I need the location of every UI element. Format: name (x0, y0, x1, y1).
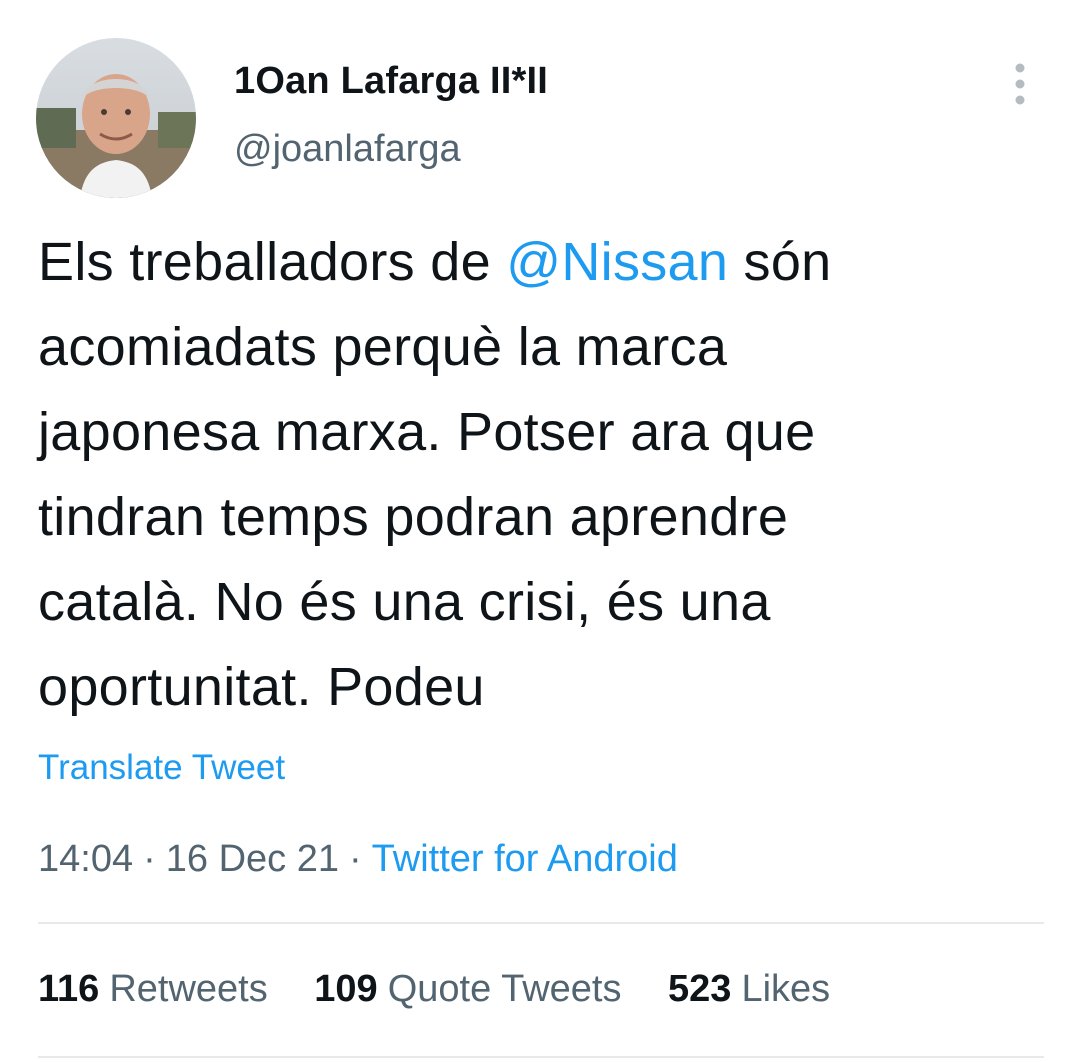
quote-tweets-label: Quote Tweets (387, 968, 622, 1010)
tweet-text: Els treballadors de @Nissan són acomiada… (38, 220, 1048, 730)
tweet-time[interactable]: 14:04 (38, 838, 133, 880)
mention-link[interactable]: @Nissan (506, 232, 728, 292)
tweet-text-segment: Els treballadors de (38, 232, 507, 292)
likes-label: Likes (741, 968, 831, 1010)
retweets-label: Retweets (109, 968, 268, 1010)
avatar[interactable] (36, 38, 196, 198)
retweets-count: 116 (38, 968, 100, 1010)
tweet-line: tindran temps podran aprendre (38, 487, 789, 547)
translate-tweet-link[interactable]: Translate Tweet (38, 748, 285, 788)
meta-separator: · (143, 838, 156, 880)
tweet-line: català. No és una crisi, és una (38, 572, 771, 632)
likes-stat[interactable]: 523 Likes (668, 968, 830, 1011)
tweet-date[interactable]: 16 Dec 21 (166, 838, 339, 880)
divider (38, 922, 1044, 924)
tweet-line: oportunitat. Podeu (38, 657, 485, 717)
meta-separator: · (348, 838, 362, 880)
retweets-stat[interactable]: 116 Retweets (38, 968, 268, 1011)
tweet-card: 1Oan Lafarga II*II @joanlafarga Els treb… (0, 0, 1080, 1062)
tweet-line: Els treballadors de @Nissan són (38, 220, 1048, 305)
tweet-meta: 14:04 · 16 Dec 21 · Twitter for Android (38, 838, 678, 881)
quote-tweets-count: 109 (314, 968, 378, 1010)
profile-photo-icon (36, 38, 196, 198)
quote-tweets-stat[interactable]: 109 Quote Tweets (314, 968, 621, 1011)
divider (38, 1056, 1044, 1058)
tweet-text-segment: són (728, 232, 832, 292)
author-handle[interactable]: @joanlafarga (234, 128, 461, 171)
tweet-line: japonesa marxa. Potser ara que (38, 402, 816, 462)
tweet-source-link[interactable]: Twitter for Android (372, 838, 678, 880)
likes-count: 523 (668, 968, 732, 1010)
engagement-stats: 116 Retweets 109 Quote Tweets 523 Likes (38, 968, 866, 1011)
tweet-line: acomiadats perquè la marca (38, 317, 728, 377)
more-options-icon[interactable] (1000, 60, 1040, 108)
author-display-name[interactable]: 1Oan Lafarga II*II (234, 60, 548, 103)
